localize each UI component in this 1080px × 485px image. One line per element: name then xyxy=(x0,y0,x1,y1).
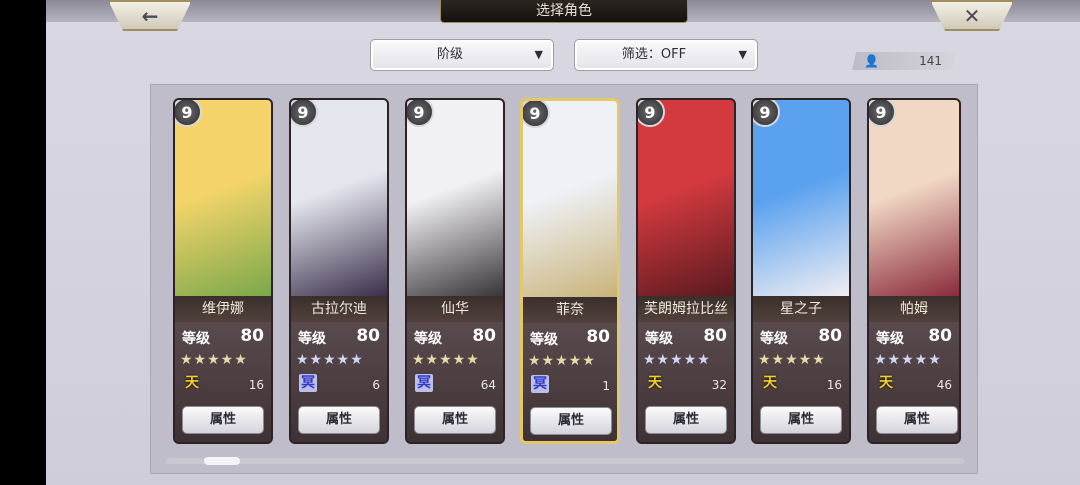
attributes-button[interactable]: 属性 xyxy=(530,407,612,435)
character-number: 16 xyxy=(248,378,264,392)
element-icon: 天 xyxy=(185,375,199,391)
level-label: 等级 xyxy=(182,331,210,347)
character-portrait xyxy=(753,100,849,296)
character-portrait xyxy=(407,100,503,296)
close-button[interactable]: ✕ xyxy=(930,0,1014,31)
attributes-button[interactable]: 属性 xyxy=(182,406,264,434)
element-icon: 天 xyxy=(648,375,662,391)
element-icon: 天 xyxy=(879,375,893,391)
character-card[interactable]: 9 仙华 等级 80 ★★★★★ 冥 64 属性 xyxy=(405,98,505,444)
character-name: 芙朗姆拉比丝 xyxy=(638,296,734,322)
rank-sort-dropdown[interactable]: 阶级 ▼ xyxy=(370,39,554,71)
character-number: 16 xyxy=(826,378,842,392)
attributes-button[interactable]: 属性 xyxy=(760,406,842,434)
character-name: 星之子 xyxy=(753,296,849,322)
attributes-button[interactable]: 属性 xyxy=(414,406,496,434)
rank-badge-icon: 9 xyxy=(523,101,550,128)
character-name: 帕姆 xyxy=(869,296,959,322)
character-name: 菲奈 xyxy=(523,297,617,323)
chevron-down-icon: ▼ xyxy=(738,48,747,61)
star-rating: ★★★★★ xyxy=(180,352,248,368)
level-label: 等级 xyxy=(530,332,558,348)
back-arrow-icon: ← xyxy=(141,3,159,28)
rank-sort-label: 阶级 xyxy=(436,47,463,62)
person-icon: 👤 xyxy=(864,54,879,68)
character-card[interactable]: 9 帕姆 等级 80 ★★★★★ 天 46 属性 xyxy=(867,98,961,444)
screen-title: 选择角色 xyxy=(440,0,688,23)
level-value: 80 xyxy=(928,326,952,346)
character-info: 等级 80 ★★★★★ 冥 1 属性 xyxy=(523,323,617,441)
level-value: 80 xyxy=(472,326,496,346)
level-value: 80 xyxy=(586,327,610,347)
character-number: 32 xyxy=(711,378,727,392)
character-count-value: 141 xyxy=(919,54,942,68)
level-label: 等级 xyxy=(876,331,904,347)
filter-dropdown[interactable]: 筛选：OFF ▼ xyxy=(574,39,758,71)
star-rating: ★★★★★ xyxy=(528,353,596,369)
level-label: 等级 xyxy=(760,331,788,347)
character-info: 等级 80 ★★★★★ 天 16 属性 xyxy=(175,322,271,442)
element-icon: 冥 xyxy=(531,375,549,393)
star-rating: ★★★★★ xyxy=(874,352,942,368)
level-value: 80 xyxy=(818,326,842,346)
level-value: 80 xyxy=(703,326,727,346)
character-name: 仙华 xyxy=(407,296,503,322)
chevron-down-icon: ▼ xyxy=(534,48,543,61)
character-info: 等级 80 ★★★★★ 冥 64 属性 xyxy=(407,322,503,442)
character-card[interactable]: 9 菲奈等级 80 ★★★★★ 冥 1 属性 xyxy=(520,98,620,444)
attributes-button[interactable]: 属性 xyxy=(645,406,727,434)
element-icon: 天 xyxy=(763,375,777,391)
level-label: 等级 xyxy=(645,331,673,347)
back-button[interactable]: ← xyxy=(108,0,192,31)
attributes-button[interactable]: 属性 xyxy=(876,406,958,434)
element-icon: 冥 xyxy=(299,374,317,392)
character-list-panel: 9 维伊娜 等级 80 ★★★★★ 天 16 属性 9 古拉尔迪 等级 80 ★★★★★ 冥 6 属性 9 仙华等… xyxy=(150,84,978,474)
character-portrait xyxy=(175,100,271,296)
character-info: 等级 80 ★★★★★ 冥 6 属性 xyxy=(291,322,387,442)
scrollbar-thumb[interactable] xyxy=(204,457,240,465)
level-label: 等级 xyxy=(414,331,442,347)
character-number: 6 xyxy=(372,378,380,392)
character-info: 等级 80 ★★★★★ 天 32 属性 xyxy=(638,322,734,442)
game-screen: ← 选择角色 ✕ 阶级 ▼ 筛选：OFF ▼ 👤 141 9 维伊娜等级 80 ★★★… xyxy=(46,0,1080,485)
star-rating: ★★★★★ xyxy=(412,352,480,368)
close-icon: ✕ xyxy=(963,3,981,28)
character-card[interactable]: 9 芙朗姆拉比丝 等级 80 ★★★★★ 天 32 属性 xyxy=(636,98,736,444)
level-label: 等级 xyxy=(298,331,326,347)
character-card[interactable]: 9 星之子 等级 80 ★★★★★ 天 16 属性 xyxy=(751,98,851,444)
star-rating: ★★★★★ xyxy=(758,352,826,368)
character-portrait xyxy=(638,100,734,296)
level-value: 80 xyxy=(240,326,264,346)
character-count: 👤 141 xyxy=(852,52,956,70)
character-name: 维伊娜 xyxy=(175,296,271,322)
filter-label: 筛选：OFF xyxy=(621,47,687,62)
character-card[interactable]: 9 古拉尔迪 等级 80 ★★★★★ 冥 6 属性 xyxy=(289,98,389,444)
character-portrait xyxy=(523,101,617,297)
character-number: 46 xyxy=(936,378,952,392)
element-icon: 冥 xyxy=(415,374,433,392)
star-rating: ★★★★★ xyxy=(643,352,711,368)
attributes-button[interactable]: 属性 xyxy=(298,406,380,434)
character-number: 64 xyxy=(480,378,496,392)
character-name: 古拉尔迪 xyxy=(291,296,387,322)
character-number: 1 xyxy=(602,379,610,393)
level-value: 80 xyxy=(356,326,380,346)
horizontal-scrollbar[interactable] xyxy=(166,457,964,465)
star-rating: ★★★★★ xyxy=(296,352,364,368)
character-card[interactable]: 9 维伊娜 等级 80 ★★★★★ 天 16 属性 xyxy=(173,98,273,444)
character-info: 等级 80 ★★★★★ 天 16 属性 xyxy=(753,322,849,442)
character-info: 等级 80 ★★★★★ 天 46 属性 xyxy=(869,322,959,442)
character-portrait xyxy=(291,100,387,296)
character-portrait xyxy=(869,100,959,296)
